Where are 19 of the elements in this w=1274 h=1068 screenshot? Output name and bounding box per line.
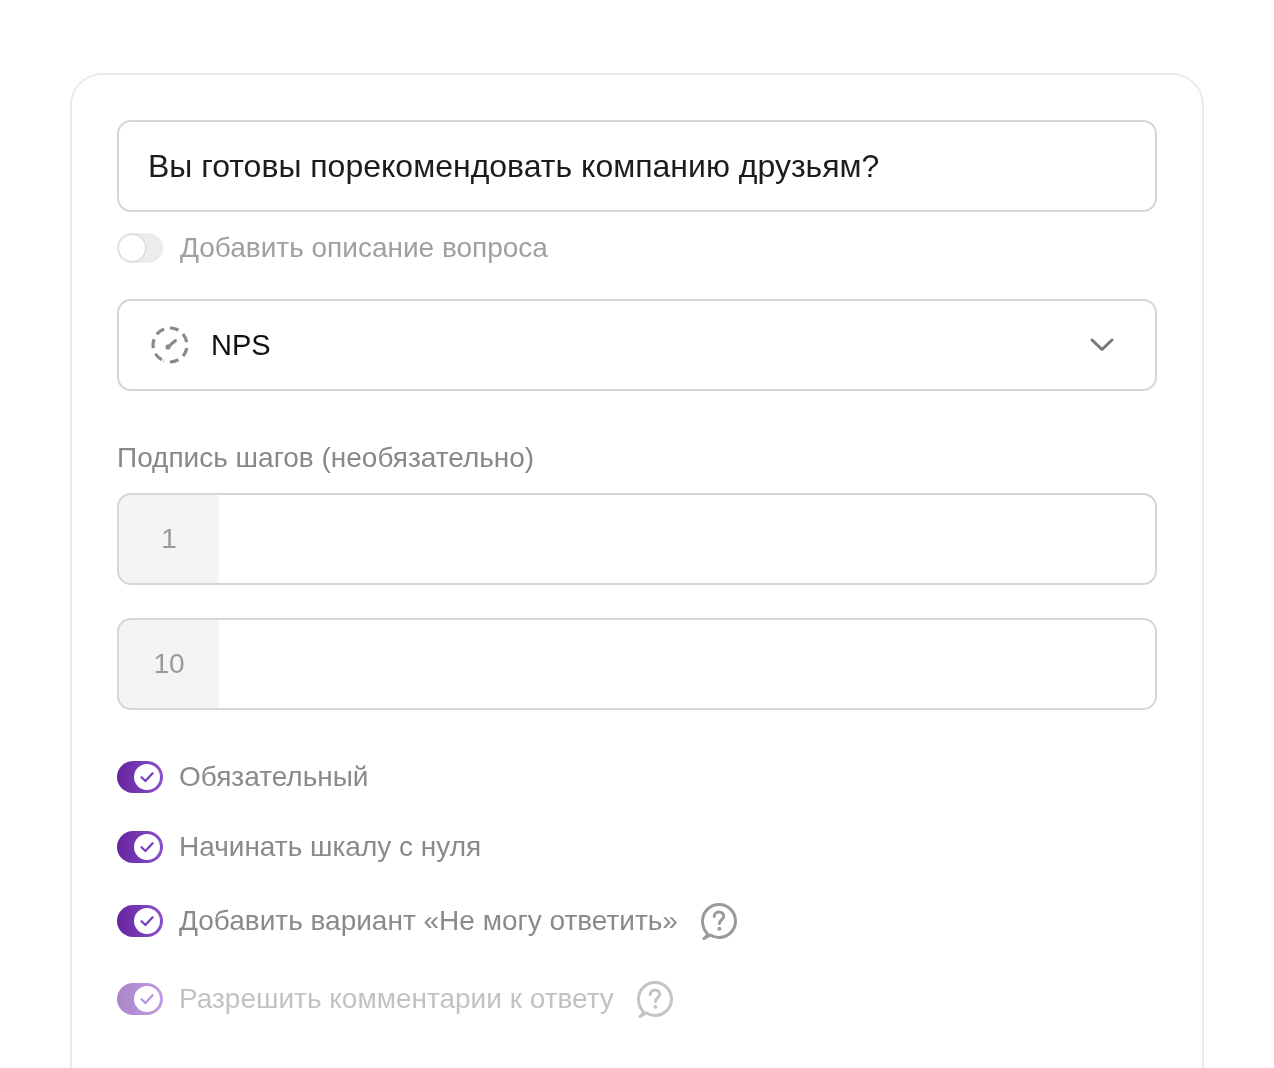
toggle-switch[interactable] — [117, 831, 163, 863]
help-icon[interactable] — [698, 901, 739, 941]
check-icon — [134, 764, 160, 790]
check-icon — [134, 908, 160, 934]
chevron-down-icon — [1089, 337, 1115, 353]
section-label: Подпись шагов (необязательно) — [117, 442, 535, 474]
check-icon — [134, 986, 160, 1012]
toggle-switch[interactable] — [117, 905, 163, 937]
toggle-switch[interactable] — [117, 233, 163, 263]
gauge-icon — [150, 325, 190, 365]
toggle-label: Добавить вариант «Не могу ответить» — [179, 905, 678, 937]
toggle-switch[interactable] — [117, 761, 163, 793]
toggle-label: Разрешить комментарии к ответу — [179, 983, 614, 1015]
question-input[interactable]: Вы готовы порекомендовать компанию друзьям? — [117, 120, 1157, 212]
toggle-label: Добавить описание вопроса — [180, 232, 548, 264]
type-select[interactable]: NPS — [117, 299, 1157, 391]
check-icon — [134, 834, 160, 860]
toggle-label: Начинать шкалу с нуля — [179, 831, 482, 863]
toggle-label: Обязательный — [179, 761, 369, 793]
